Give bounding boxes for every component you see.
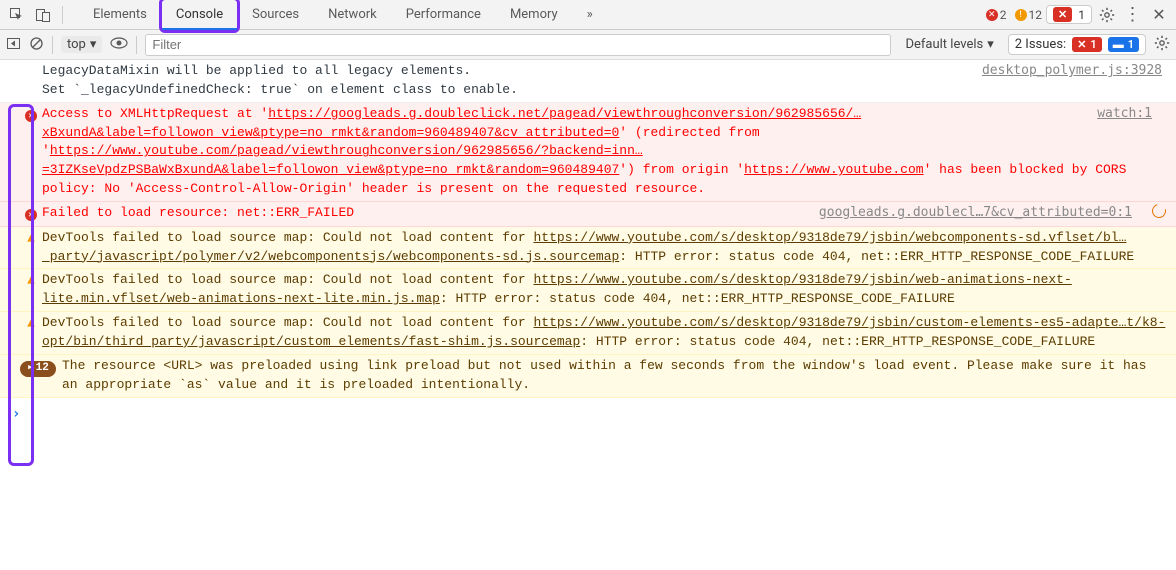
- tab-network[interactable]: Network: [314, 0, 391, 30]
- console-toolbar: top ▾ Default levels ▾ 2 Issues: ✕ 1 ▬ 1: [0, 30, 1176, 60]
- console-message-log: LegacyDataMixin will be applied to all l…: [0, 60, 1176, 103]
- message-text: : HTTP error: status code 404, net::ERR_…: [580, 334, 1095, 349]
- live-expression-icon[interactable]: [110, 37, 128, 52]
- divider: [62, 6, 63, 24]
- error-count: ✕2: [986, 8, 1007, 22]
- message-text: Failed to load resource: net::ERR_FAILED: [42, 205, 354, 220]
- count-value: 1: [1090, 38, 1096, 51]
- tab-elements[interactable]: Elements: [79, 0, 161, 30]
- tab-sources[interactable]: Sources: [238, 0, 313, 30]
- console-output: LegacyDataMixin will be applied to all l…: [0, 60, 1176, 430]
- message-body: DevTools failed to load source map: Coul…: [42, 314, 1176, 352]
- devtools-tabbar: Elements Console Sources Network Perform…: [0, 0, 1176, 30]
- issue-error-pill: ✕ 1: [1072, 37, 1102, 52]
- close-icon[interactable]: ✕: [1148, 4, 1170, 26]
- console-message-warning: ▲ DevTools failed to load source map: Co…: [0, 227, 1176, 270]
- device-toolbar-icon[interactable]: [32, 4, 54, 26]
- tab-label: Elements: [93, 7, 147, 22]
- issue-info-pill: ▬ 1: [1108, 37, 1139, 52]
- inspect-icon[interactable]: [6, 4, 28, 26]
- console-settings-icon[interactable]: [1154, 35, 1170, 54]
- count-value: 12: [1029, 8, 1043, 22]
- warning-count: !12: [1015, 8, 1043, 22]
- source-link[interactable]: desktop_polymer.js:3928: [982, 62, 1176, 100]
- console-message-warning: ▲ DevTools failed to load source map: Co…: [0, 312, 1176, 355]
- source-link[interactable]: googleads.g.doublecl…7&cv_attributed=0:1: [819, 204, 1146, 224]
- message-body: watch:1 Access to XMLHttpRequest at ' htt…: [42, 105, 1176, 199]
- source-link[interactable]: watch:1: [1097, 106, 1166, 121]
- error-icon: ✕: [20, 204, 42, 224]
- console-message-error: ✕ watch:1 Access to XMLHttpRequest at ' h…: [0, 103, 1176, 202]
- clear-console-icon[interactable]: [29, 36, 44, 54]
- message-text: ') from origin ': [619, 162, 744, 177]
- tab-label: Sources: [252, 7, 299, 22]
- message-text: Access to XMLHttpRequest at ': [42, 106, 268, 121]
- message-text: DevTools failed to load source map: Coul…: [42, 230, 533, 245]
- tab-console[interactable]: Console: [162, 0, 237, 30]
- levels-value: Default levels: [905, 37, 983, 52]
- count-value: 1: [1128, 38, 1134, 51]
- tab-label: Memory: [510, 7, 558, 22]
- message-body: LegacyDataMixin will be applied to all l…: [42, 62, 982, 100]
- filter-input[interactable]: [145, 34, 891, 56]
- count-value: 2: [1000, 8, 1007, 22]
- message-body: DevTools failed to load source map: Coul…: [42, 229, 1176, 267]
- message-text: : HTTP error: status code 404, net::ERR_…: [619, 249, 1134, 264]
- warning-icon: ▲: [20, 229, 42, 267]
- message-body: DevTools failed to load source map: Coul…: [42, 271, 1176, 309]
- divider: [52, 36, 53, 54]
- console-message-warning: ▲ DevTools failed to load source map: Co…: [0, 269, 1176, 312]
- chevron-down-icon: ▾: [987, 37, 994, 52]
- log-level-selector[interactable]: Default levels ▾: [899, 36, 999, 53]
- message-text: LegacyDataMixin will be applied to all l…: [42, 63, 471, 78]
- gear-icon[interactable]: [1096, 4, 1118, 26]
- more-options-icon[interactable]: ⋮: [1122, 4, 1144, 26]
- issue-counts[interactable]: ✕2 !12: [986, 8, 1042, 22]
- message-text: The resource <URL> was preloaded using l…: [62, 358, 1146, 392]
- message-text: : HTTP error: status code 404, net::ERR_…: [440, 291, 955, 306]
- message-body: The resource <URL> was preloaded using l…: [42, 357, 1176, 395]
- context-selector[interactable]: top ▾: [61, 36, 102, 53]
- warning-icon: ▲: [20, 271, 42, 309]
- tab-label: Console: [176, 7, 223, 22]
- divider: [136, 36, 137, 54]
- console-message-error: ✕ Failed to load resource: net::ERR_FAIL…: [0, 202, 1176, 227]
- url-link[interactable]: https://www.youtube.com: [744, 162, 923, 177]
- tab-label: Network: [328, 7, 377, 22]
- chevron-down-icon: ▾: [90, 37, 97, 52]
- message-body: Failed to load resource: net::ERR_FAILED: [42, 204, 819, 224]
- message-text: Set `_legacyUndefinedCheck: true` on ele…: [42, 82, 518, 97]
- warning-icon: ▲: [20, 314, 42, 352]
- hidden-errors-box[interactable]: ✕ 1: [1046, 5, 1092, 24]
- tab-label: Performance: [406, 7, 481, 22]
- message-icon: [20, 62, 42, 100]
- issues-label: 2 Issues:: [1015, 37, 1066, 52]
- context-value: top: [67, 37, 86, 52]
- more-icon: »: [587, 7, 593, 22]
- console-message-warning: ▸12 The resource <URL> was preloaded usi…: [0, 355, 1176, 398]
- message-text: DevTools failed to load source map: Coul…: [42, 272, 533, 287]
- message-count: ▸12: [20, 357, 42, 395]
- sidebar-toggle-icon[interactable]: [6, 36, 21, 54]
- error-pill-icon: ✕: [1053, 7, 1072, 22]
- issues-button[interactable]: 2 Issues: ✕ 1 ▬ 1: [1008, 34, 1146, 55]
- error-icon: ✕: [20, 105, 42, 199]
- hidden-error-count: 1: [1078, 8, 1085, 22]
- tab-more[interactable]: »: [573, 0, 607, 30]
- tab-performance[interactable]: Performance: [392, 0, 495, 30]
- tab-memory[interactable]: Memory: [496, 0, 572, 30]
- tab-list: Elements Console Sources Network Perform…: [79, 0, 607, 30]
- message-text: DevTools failed to load source map: Coul…: [42, 315, 533, 330]
- url-link[interactable]: https://www.youtube.com/pagead/viewthrou…: [42, 143, 643, 177]
- console-prompt[interactable]: ›: [0, 398, 1176, 430]
